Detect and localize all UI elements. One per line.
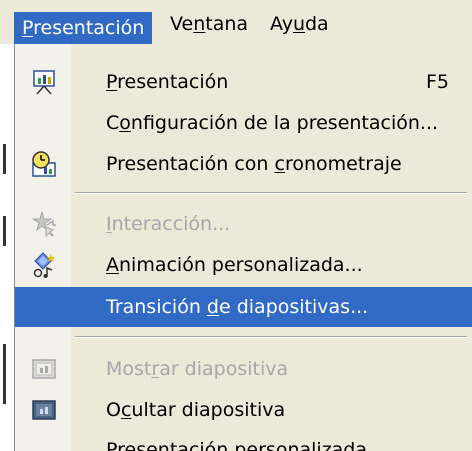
menu-item-label: Presentación bbox=[106, 71, 229, 93]
shortcut-label: F5 bbox=[425, 71, 449, 93]
rehearse-timings-icon bbox=[31, 151, 57, 177]
menu-item-mostrar: Mostrar diapositiva bbox=[15, 349, 472, 389]
menu-label-accel: P bbox=[22, 17, 34, 39]
menu-presentacion[interactable]: Presentación bbox=[14, 12, 153, 44]
menu-separator bbox=[75, 192, 467, 194]
menu-item-interaccion: Interacción... bbox=[15, 204, 472, 244]
menu-item-presentacion[interactable]: Presentación F5 bbox=[15, 62, 472, 102]
menu-label-pre: Ay bbox=[270, 13, 293, 35]
menu-item-label: Configuración de la presentación... bbox=[106, 112, 439, 134]
hide-slide-icon bbox=[31, 397, 57, 423]
menu-item-ocultar[interactable]: Ocultar diapositiva bbox=[15, 390, 472, 430]
menu-item-label: Animación personalizada... bbox=[106, 254, 363, 276]
menu-label-post: da bbox=[305, 13, 329, 35]
show-slide-icon bbox=[31, 356, 57, 382]
menu-item-cronometraje[interactable]: Presentación con cronometraje bbox=[15, 144, 472, 184]
menu-label-post: resentación bbox=[33, 17, 145, 39]
menu-item-label: Ocultar diapositiva bbox=[106, 399, 286, 421]
edge-mark bbox=[3, 216, 6, 246]
custom-animation-icon bbox=[31, 252, 57, 278]
menu-item-label: Transición de diapositivas... bbox=[106, 296, 369, 318]
background-window-edge bbox=[0, 44, 14, 451]
menu-item-label: Mostrar diapositiva bbox=[106, 358, 289, 380]
menu-label-accel: n bbox=[193, 13, 206, 35]
menu-item-label: Interacción... bbox=[106, 213, 231, 235]
presentacion-dropdown: Presentación F5 Configuración de la pres… bbox=[14, 44, 472, 451]
edge-mark bbox=[3, 144, 6, 174]
interaction-star-icon bbox=[31, 210, 57, 238]
menu-bar: Presentación Ventana Ayuda bbox=[0, 0, 472, 44]
menu-item-transicion[interactable]: Transición de diapositivas... bbox=[15, 287, 472, 327]
menu-item-animacion[interactable]: Animación personalizada... bbox=[15, 245, 472, 285]
menu-separator bbox=[75, 336, 467, 338]
menu-ayuda[interactable]: Ayuda bbox=[262, 9, 337, 39]
menu-item-configuracion[interactable]: Configuración de la presentación... bbox=[15, 103, 472, 143]
menu-item-label: Presentación personalizada... bbox=[106, 439, 386, 451]
edge-mark bbox=[3, 344, 6, 404]
menu-ventana[interactable]: Ventana bbox=[162, 9, 256, 39]
menu-label-post: tana bbox=[205, 13, 249, 35]
screen: Presentación Ventana Ayuda Presentación … bbox=[0, 0, 472, 451]
slideshow-screen-icon bbox=[31, 69, 57, 95]
menu-item-label: Presentación con cronometraje bbox=[106, 153, 402, 175]
menu-label-pre: Ve bbox=[170, 13, 194, 35]
menu-item-presentacion-personalizada[interactable]: Presentación personalizada... bbox=[15, 430, 472, 451]
menu-label-accel: u bbox=[292, 13, 305, 35]
